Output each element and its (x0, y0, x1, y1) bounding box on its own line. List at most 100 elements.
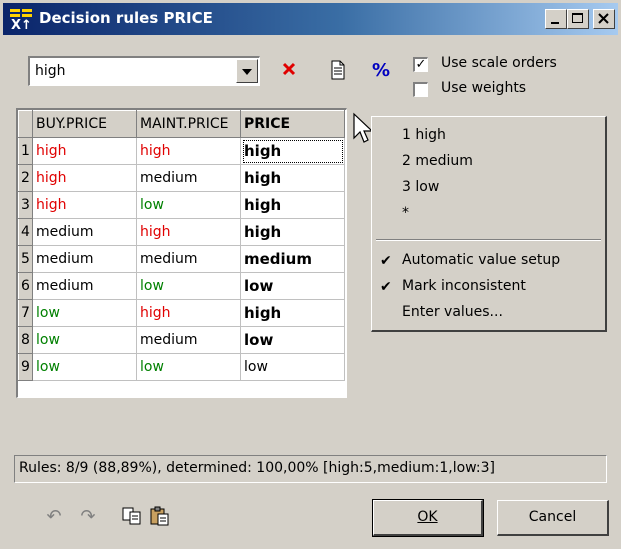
buy-price-cell[interactable]: low (32, 326, 137, 354)
row-number[interactable]: 2 (18, 164, 33, 192)
buy-price-cell[interactable]: high (32, 191, 137, 219)
checkmark-icon: ✔ (380, 253, 392, 269)
table-row[interactable]: 3 high low high (18, 191, 345, 219)
maint-price-cell[interactable]: high (136, 137, 241, 165)
table-row[interactable]: 2 high medium high (18, 164, 345, 192)
table-row[interactable]: 5 medium medium medium (18, 245, 345, 273)
ok-label: OK (417, 509, 438, 525)
combo-value: high (35, 63, 66, 79)
menu-item-mark-inconsistent[interactable]: Mark inconsistent (402, 278, 526, 294)
menu-item-enter-values[interactable]: Enter values... (402, 304, 503, 320)
table-row[interactable]: 1 high high high (18, 137, 345, 165)
row-number[interactable]: 7 (18, 299, 33, 327)
redo-button[interactable]: ↷ (76, 506, 100, 528)
row-number[interactable]: 1 (18, 137, 33, 165)
buy-price-cell[interactable]: medium (32, 272, 137, 300)
cancel-button[interactable]: Cancel (497, 500, 609, 536)
column-header-maint-price[interactable]: MAINT.PRICE (136, 110, 241, 138)
undo-button[interactable]: ↶ (42, 506, 66, 528)
decision-rules-window: X ↑ Decision rules PRICE high % ✓ Use sc… (0, 0, 621, 549)
price-cell[interactable]: high (240, 191, 345, 219)
row-number[interactable]: 3 (18, 191, 33, 219)
table-row[interactable]: 8 low medium low (18, 326, 345, 354)
rules-grid[interactable]: BUY.PRICE MAINT.PRICE PRICE 1 high high hig… (16, 108, 347, 398)
percent-icon: % (371, 60, 391, 81)
use-weights-checkbox[interactable] (413, 82, 428, 97)
cancel-label: Cancel (528, 509, 577, 525)
maint-price-cell[interactable]: high (136, 218, 241, 246)
maint-price-cell[interactable]: medium (136, 326, 241, 354)
price-cell[interactable]: high (240, 218, 345, 246)
close-icon (598, 13, 609, 24)
menu-separator (376, 239, 601, 241)
maint-price-cell[interactable]: medium (136, 245, 241, 273)
use-scale-orders-label: Use scale orders (441, 55, 557, 71)
buy-price-cell[interactable]: low (32, 299, 137, 327)
menu-item-value-high[interactable]: 1 high (402, 127, 446, 143)
column-header-price[interactable]: PRICE (240, 110, 345, 138)
minimize-button[interactable] (545, 9, 567, 29)
use-weights-label: Use weights (441, 80, 527, 96)
row-number[interactable]: 4 (18, 218, 33, 246)
window-title: Decision rules PRICE (39, 9, 213, 27)
menu-item-value-low[interactable]: 3 low (402, 179, 439, 195)
value-context-menu: 1 high 2 medium 3 low * ✔ Automatic valu… (371, 116, 607, 332)
table-row[interactable]: 4 medium high high (18, 218, 345, 246)
app-icon: X ↑ (10, 9, 32, 31)
maint-price-cell[interactable]: low (136, 353, 241, 381)
delete-icon (282, 62, 296, 76)
price-cell[interactable]: high (240, 299, 345, 327)
copy-icon (122, 507, 141, 525)
table-row[interactable]: 9 low low low (18, 353, 345, 381)
maximize-button[interactable] (567, 9, 589, 29)
use-scale-orders-checkbox[interactable]: ✓ (413, 57, 428, 72)
row-number[interactable]: 6 (18, 272, 33, 300)
status-text: Rules: 8/9 (88,89%), determined: 100,00%… (19, 460, 495, 476)
header-row: BUY.PRICE MAINT.PRICE PRICE (18, 110, 345, 138)
table-row[interactable]: 7 low high high (18, 299, 345, 327)
row-number[interactable]: 5 (18, 245, 33, 273)
paste-button[interactable] (148, 506, 172, 528)
delete-button[interactable] (278, 60, 300, 82)
price-cell[interactable]: high (240, 137, 345, 165)
price-cell[interactable]: high (240, 164, 345, 192)
document-button[interactable] (327, 60, 349, 82)
menu-item-automatic-value-setup[interactable]: Automatic value setup (402, 252, 560, 268)
maint-price-cell[interactable]: low (136, 272, 241, 300)
minimize-icon (551, 22, 559, 24)
checkmark-icon: ✔ (380, 279, 392, 295)
copy-button[interactable] (120, 506, 144, 528)
table-row[interactable]: 6 medium low low (18, 272, 345, 300)
menu-item-value-medium[interactable]: 2 medium (402, 153, 473, 169)
ok-button[interactable]: OK (372, 499, 484, 537)
title-bar[interactable]: X ↑ Decision rules PRICE (3, 3, 618, 35)
column-header-buy-price[interactable]: BUY.PRICE (32, 110, 137, 138)
buy-price-cell[interactable]: high (32, 137, 137, 165)
buy-price-cell[interactable]: high (32, 164, 137, 192)
maint-price-cell[interactable]: high (136, 299, 241, 327)
combo-arrow-button[interactable] (236, 59, 258, 83)
percent-button[interactable]: % (370, 60, 392, 82)
row-number[interactable]: 8 (18, 326, 33, 354)
price-cell[interactable]: low (240, 353, 345, 381)
price-cell[interactable]: low (240, 326, 345, 354)
redo-icon: ↷ (80, 506, 96, 527)
status-bar: Rules: 8/9 (88,89%), determined: 100,00%… (14, 455, 607, 483)
corner-header (18, 110, 33, 138)
price-cell[interactable]: medium (240, 245, 345, 273)
row-number[interactable]: 9 (18, 353, 33, 381)
maint-price-cell[interactable]: low (136, 191, 241, 219)
paste-icon (150, 506, 169, 526)
menu-item-value-any[interactable]: * (402, 205, 409, 221)
undo-icon: ↶ (46, 506, 62, 527)
buy-price-cell[interactable]: low (32, 353, 137, 381)
close-button[interactable] (593, 9, 615, 29)
document-icon (331, 60, 345, 80)
buy-price-cell[interactable]: medium (32, 245, 137, 273)
svg-text:X: X (11, 18, 21, 31)
price-cell[interactable]: low (240, 272, 345, 300)
buy-price-cell[interactable]: medium (32, 218, 137, 246)
maximize-icon (572, 13, 583, 23)
maint-price-cell[interactable]: medium (136, 164, 241, 192)
value-combo[interactable]: high (28, 56, 260, 86)
